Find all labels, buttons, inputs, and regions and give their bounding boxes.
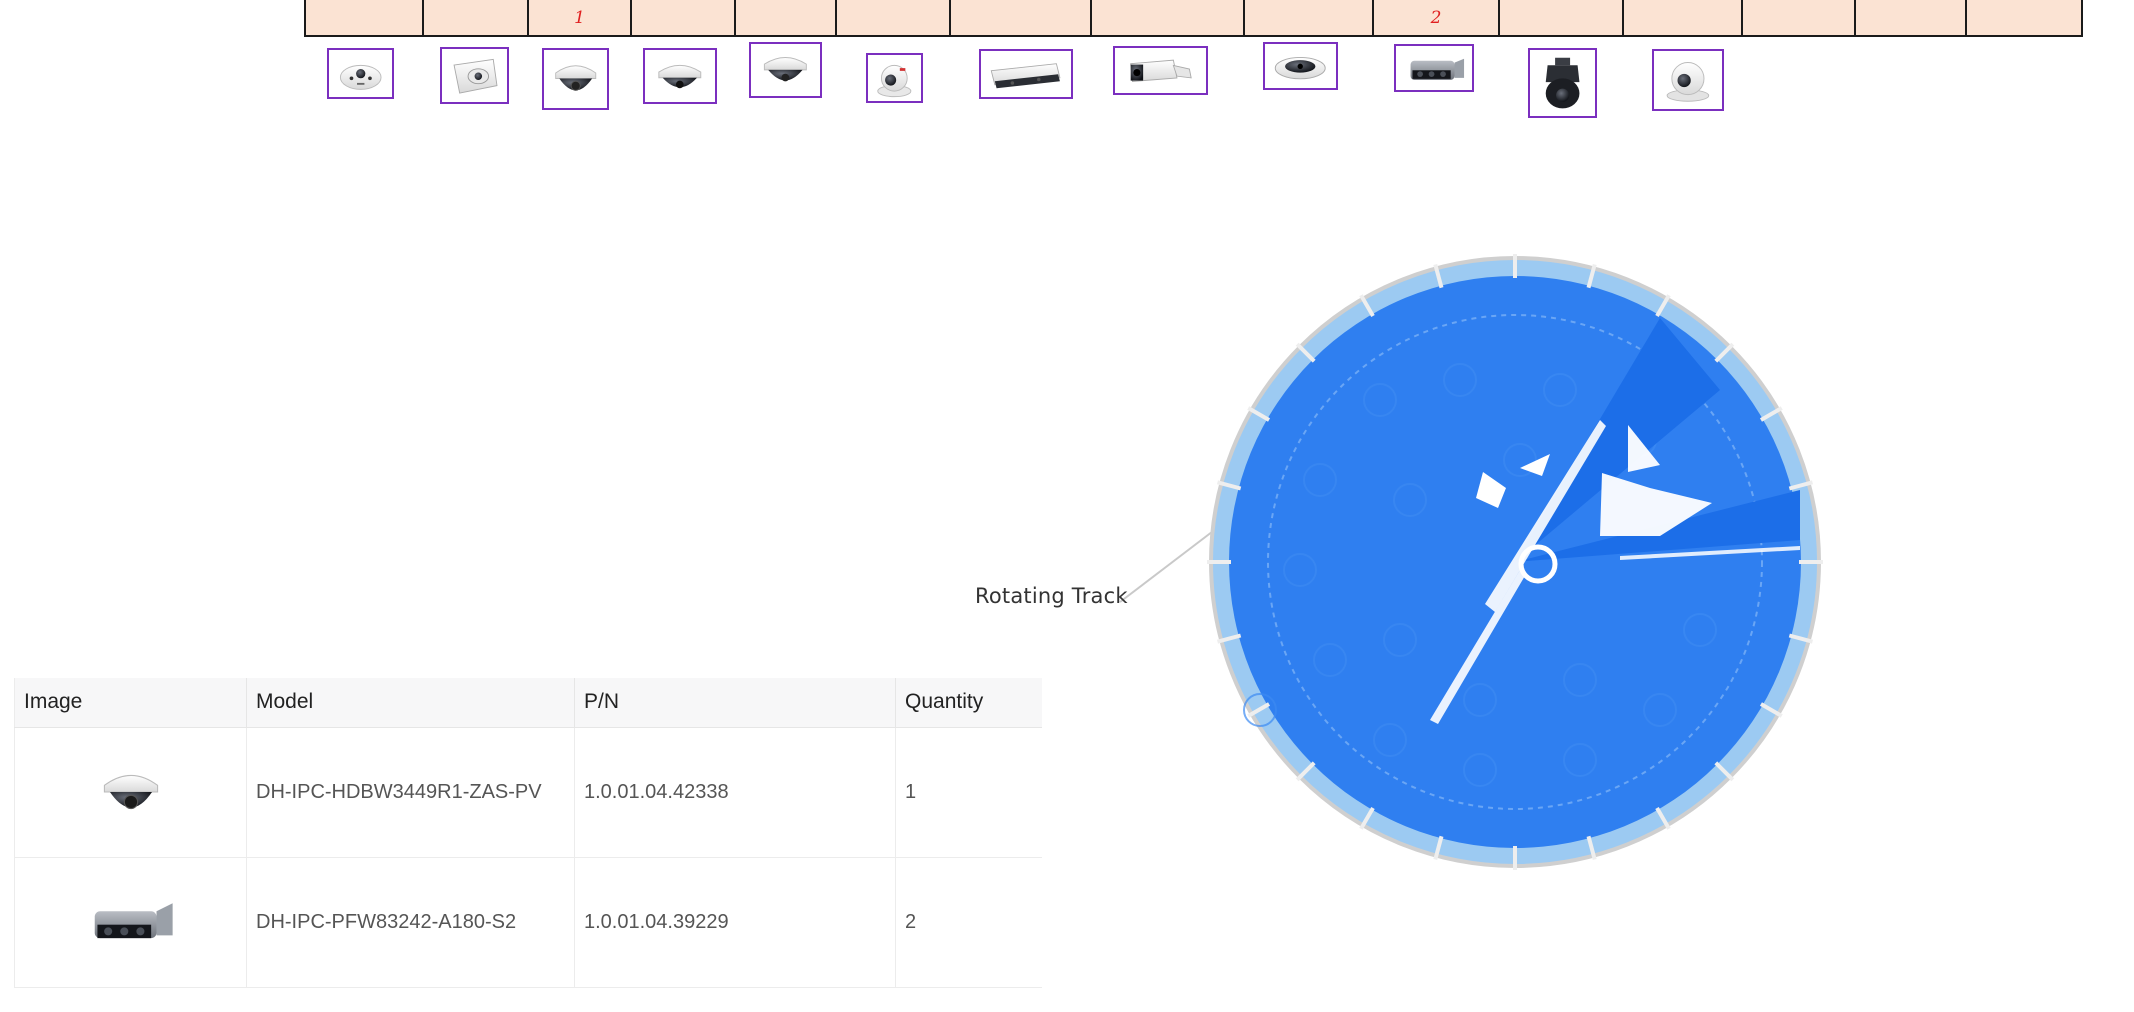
column-header-quantity[interactable]: Quantity (895, 678, 1042, 728)
thumbnail-corner-dome[interactable] (440, 47, 509, 104)
quantity-strip: 1 2 (304, 0, 2083, 37)
row-model: DH-IPC-HDBW3449R1-ZAS-PV (246, 727, 575, 858)
quantity-cell (1967, 0, 2081, 35)
quantity-cell (1624, 0, 1743, 35)
fisheye-camera-icon (1275, 56, 1326, 79)
quantity-cell (306, 0, 424, 35)
quantity-cell (1092, 0, 1245, 35)
column-header-image[interactable]: Image (14, 678, 247, 728)
quantity-cell (1743, 0, 1856, 35)
quantity-cell (736, 0, 837, 35)
dome-camera-icon (103, 774, 158, 810)
quantity-cell (1856, 0, 1967, 35)
quantity-cell (1500, 0, 1624, 35)
thumbnail-ptz[interactable] (1528, 48, 1597, 118)
table-row[interactable]: DH-IPC-HDBW3449R1-ZAS-PV 1.0.01.04.42338… (14, 727, 1042, 858)
bullet-camera-icon (1130, 59, 1193, 82)
quantity-cell (837, 0, 951, 35)
thumbnail-fisheye (1263, 42, 1338, 90)
row-image-cell (14, 727, 247, 858)
dome-camera-icon (658, 65, 702, 89)
thumbnail-turret[interactable] (1652, 49, 1724, 111)
quantity-cell (1245, 0, 1374, 35)
thumbnail-bullet[interactable] (1113, 46, 1208, 95)
box-camera-icon (991, 62, 1061, 89)
row-pn: 1.0.01.04.42338 (574, 727, 896, 858)
multi-sensor-camera-icon (94, 903, 173, 939)
corner-dome-camera-icon (453, 59, 498, 94)
fisheye-dome-camera-icon (339, 64, 382, 90)
row-quantity: 2 (895, 857, 1042, 988)
thumbnail-fisheye-dome[interactable] (327, 48, 394, 99)
row-model: DH-IPC-PFW83242-A180-S2 (246, 857, 575, 988)
row-pn: 1.0.01.04.39229 (574, 857, 896, 988)
dome-camera-icon (554, 65, 597, 92)
product-table: Image Model P/N Quantity DH-IPC-HDBW3449… (14, 678, 1042, 988)
thumbnail-dome[interactable] (749, 42, 822, 98)
ptz-camera-icon (1545, 57, 1580, 109)
coverage-diagram (1119, 254, 1823, 870)
turret-camera-icon (877, 64, 912, 97)
thumbnail-turret[interactable] (866, 53, 923, 103)
page: 1 2 Rotating Track Image Model P/N Quant… (0, 0, 2134, 1012)
thumbnail-box-camera[interactable] (979, 49, 1073, 99)
table-row[interactable]: DH-IPC-PFW83242-A180-S2 1.0.01.04.39229 … (14, 857, 1042, 988)
thumbnail-multi-sensor[interactable] (1394, 44, 1474, 92)
quantity-cell (632, 0, 736, 35)
row-image-cell (14, 857, 247, 988)
table-header-row: Image Model P/N Quantity (14, 678, 1042, 728)
column-header-model[interactable]: Model (246, 678, 575, 728)
multi-sensor-camera-icon (1410, 58, 1464, 80)
row-quantity: 1 (895, 727, 1042, 858)
thumbnail-dome[interactable] (643, 48, 717, 104)
quantity-cell (951, 0, 1092, 35)
turret-camera-icon (1666, 62, 1710, 103)
quantity-cell (424, 0, 529, 35)
dome-camera-icon (764, 57, 807, 82)
quantity-cell: 1 (529, 0, 632, 35)
rotating-track-label: Rotating Track (975, 584, 1128, 608)
column-header-pn[interactable]: P/N (574, 678, 896, 728)
quantity-cell: 2 (1374, 0, 1500, 35)
thumbnail-dome[interactable] (542, 48, 609, 110)
